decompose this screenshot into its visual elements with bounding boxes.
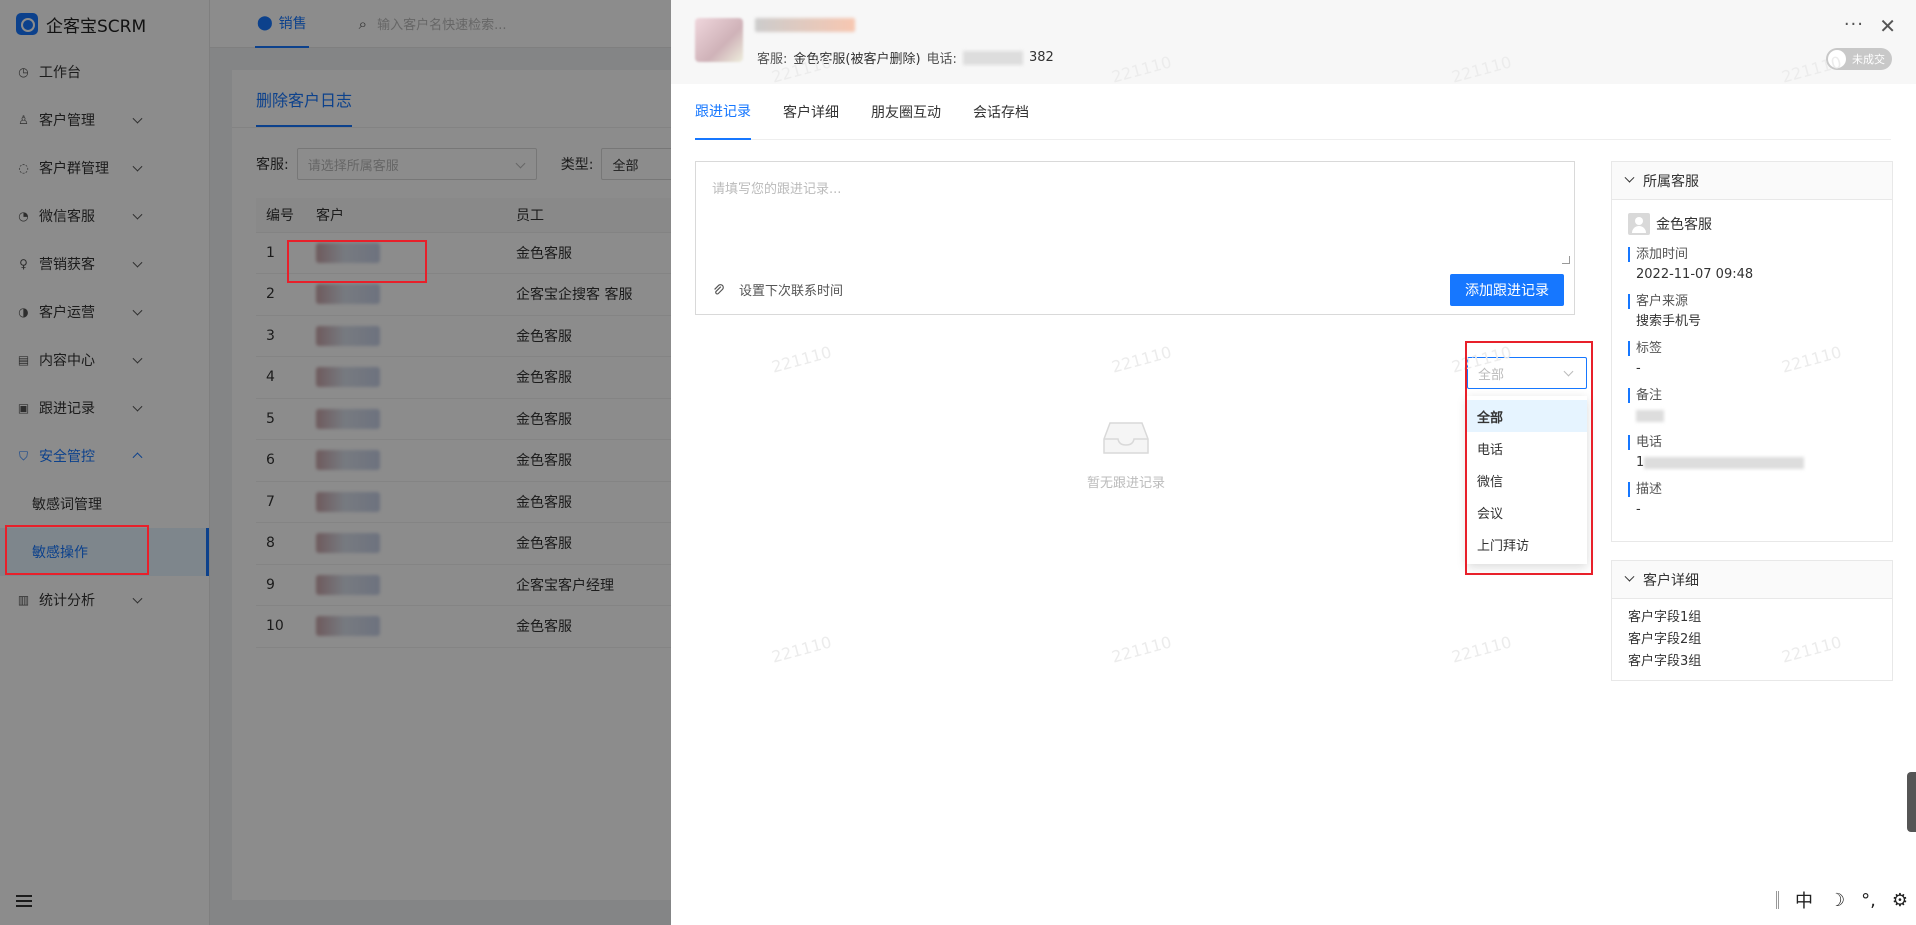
moon-icon[interactable]: ☽ (1829, 890, 1845, 911)
field-label: 标签 (1628, 341, 1892, 356)
next-contact-time[interactable]: 设置下次联系时间 (712, 280, 843, 299)
staff-row: 金色客服 (1612, 200, 1892, 235)
watermark: 221110 (769, 632, 834, 667)
customer-avatar (695, 18, 743, 62)
field-label: 电话 (1628, 435, 1892, 450)
detail-field-group[interactable]: 客户字段3组 (1612, 651, 1892, 673)
paperclip-icon (714, 284, 724, 295)
watermark: 221110 (1109, 632, 1174, 667)
staff-field: 客户来源搜索手机号 (1612, 294, 1892, 329)
gear-icon[interactable]: ⚙ (1892, 890, 1908, 911)
field-label: 客户来源 (1628, 294, 1892, 309)
field-value: - (1636, 361, 1641, 376)
field-value: - (1636, 502, 1641, 517)
tab-moments[interactable]: 朋友圈互动 (871, 84, 941, 140)
ime-toolbar: 中 ☽ °, ⚙ (1770, 885, 1913, 915)
staff-field: 描述 - (1612, 482, 1892, 517)
edge-tab[interactable] (1907, 772, 1916, 832)
tab-followup[interactable]: 跟进记录 (695, 84, 751, 140)
phone-suffix: 382 (1028, 50, 1054, 65)
add-followup-button[interactable]: 添加跟进记录 (1450, 274, 1564, 306)
staff-field: 备注 (1612, 388, 1892, 423)
customer-name (755, 18, 855, 32)
ime-lang-toggle[interactable]: 中 (1795, 887, 1813, 913)
customer-drawer: 客服: 金色客服(被客户删除) 电话: 382 ··· ✕ 未成交 跟进记录 客户… (671, 0, 1916, 925)
watermark: 221110 (1449, 632, 1514, 667)
highlight-box (5, 525, 149, 575)
phone-blurred (962, 50, 1023, 65)
blurred-value (1636, 409, 1664, 422)
drawer-tabs: 跟进记录 客户详细 朋友圈互动 会话存档 (695, 84, 1891, 140)
followup-editor: 设置下次联系时间 添加跟进记录 (695, 161, 1575, 315)
chevron-down-icon (1624, 571, 1635, 582)
blurred-value (1644, 456, 1805, 469)
field-value: 2022-11-07 09:48 (1636, 267, 1754, 282)
customer-info: 客服: 金色客服(被客户删除) 电话: 382 (757, 50, 1054, 67)
customer-detail-header[interactable]: 客户详细 (1612, 561, 1892, 599)
drawer-header: 客服: 金色客服(被客户删除) 电话: 382 ··· ✕ 未成交 (671, 0, 1916, 84)
punctuation-icon[interactable]: °, (1861, 890, 1876, 911)
more-icon[interactable]: ··· (1844, 14, 1864, 35)
field-label: 备注 (1628, 388, 1892, 403)
tab-customer-detail[interactable]: 客户详细 (783, 84, 839, 140)
customer-detail-panel: 客户详细 客户字段1组 客户字段2组 客户字段3组 (1611, 560, 1893, 681)
detail-field-group[interactable]: 客户字段2组 (1612, 629, 1892, 651)
staff-name: 金色客服 (1656, 217, 1712, 233)
staff-panel: 所属客服 金色客服 添加时间 2022-11-07 09:48 客户来源搜索手机号标… (1611, 161, 1893, 542)
highlight-box (1465, 341, 1593, 575)
empty-state-text: 暂无跟进记录 (1086, 476, 1165, 491)
field-label: 描述 (1628, 482, 1892, 497)
staff-field: 电话 1 (1612, 435, 1892, 470)
chevron-down-icon (1624, 172, 1635, 183)
customer-staff: 金色客服(被客户删除) (793, 52, 921, 67)
field-label: 添加时间 (1628, 247, 1892, 262)
field-value: 1 (1636, 455, 1645, 470)
deal-status-toggle[interactable]: 未成交 (1826, 48, 1892, 70)
watermark: 221110 (769, 342, 834, 377)
tab-chat-archive[interactable]: 会话存档 (973, 84, 1029, 140)
staff-field: 标签 - (1612, 341, 1892, 376)
resize-handle-icon[interactable] (1562, 256, 1570, 264)
staff-panel-header[interactable]: 所属客服 (1612, 162, 1892, 200)
close-icon[interactable]: ✕ (1879, 14, 1896, 38)
followup-input[interactable] (696, 162, 1574, 268)
avatar (1628, 213, 1650, 235)
empty-inbox-icon (1103, 422, 1149, 454)
highlight-box (287, 240, 427, 283)
staff-field: 添加时间 2022-11-07 09:48 (1612, 247, 1892, 282)
watermark: 221110 (1109, 342, 1174, 377)
detail-field-group[interactable]: 客户字段1组 (1612, 607, 1892, 629)
field-value: 搜索手机号 (1636, 314, 1702, 329)
